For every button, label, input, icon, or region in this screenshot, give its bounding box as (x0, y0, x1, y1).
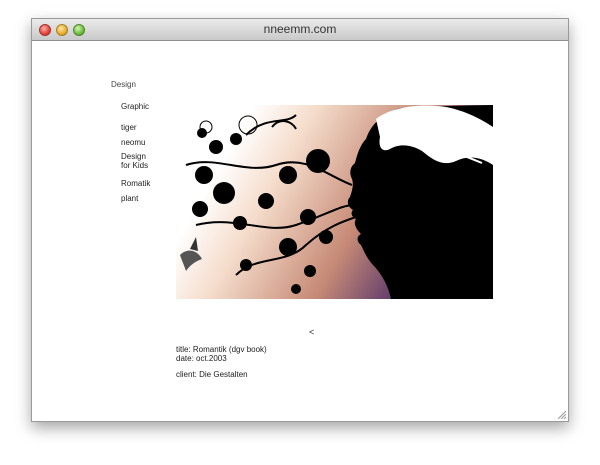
title-bar[interactable]: nneemm.com (32, 19, 568, 41)
nav-item-plant[interactable]: plant (121, 194, 138, 203)
nav-item-neomu[interactable]: neomu (121, 138, 145, 147)
previous-image-button[interactable]: < (309, 327, 314, 337)
nav-item-design-for-kids[interactable]: Design for Kids (121, 152, 148, 170)
resize-grip-icon[interactable] (556, 409, 566, 419)
caption-date: date: oct.2003 (176, 354, 227, 363)
nav-item-tiger[interactable]: tiger (121, 123, 137, 132)
nav-item-design-for-kids-line2: for Kids (121, 161, 149, 170)
browser-window: nneemm.com Design Graphic tiger neomu De… (31, 18, 569, 422)
nav-item-romatik[interactable]: Romatik (121, 179, 150, 188)
page-content: Design Graphic tiger neomu Design for Ki… (32, 41, 568, 421)
flower (195, 166, 213, 184)
nav-item-design-for-kids-line1: Design (121, 152, 146, 161)
flower (279, 166, 297, 184)
flower (192, 201, 208, 217)
flower (230, 133, 242, 145)
window-title: nneemm.com (263, 22, 337, 36)
nav-item-graphic[interactable]: Graphic (121, 102, 149, 111)
caption-title: title: Romantik (dgv book) (176, 345, 267, 354)
flower (258, 193, 274, 209)
flower (291, 284, 301, 294)
flower (304, 265, 316, 277)
flower (213, 182, 235, 204)
caption-client: client: Die Gestalten (176, 370, 248, 379)
flower (209, 140, 223, 154)
nav-heading-design: Design (111, 80, 136, 89)
romantik-artwork-image (176, 105, 493, 299)
